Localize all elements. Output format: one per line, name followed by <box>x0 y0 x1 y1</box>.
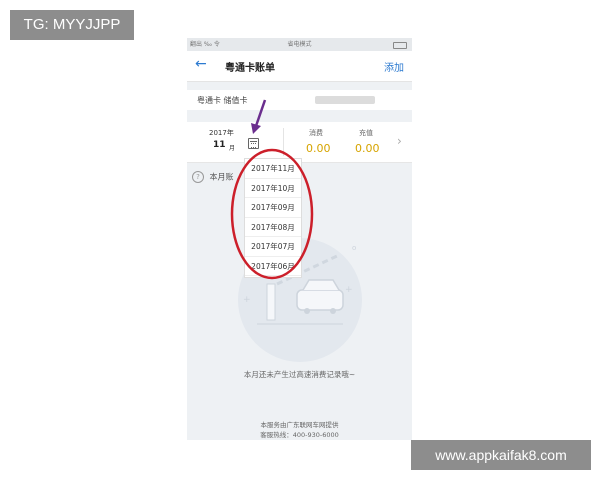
watermark-bottom-right: www.appkaifak8.com <box>411 440 591 470</box>
annotation-circle <box>230 148 314 280</box>
watermark-top-left: TG: MYYJJPP <box>10 10 134 40</box>
annotation-arrow <box>254 99 267 127</box>
annotation-arrowhead <box>251 123 261 134</box>
annotation-overlay <box>230 99 314 280</box>
phone-screen: 翻出 ‰ 令 省电模式 ← 粤通卡账单 添加 粤通卡 储值卡 2017年 11 … <box>187 38 412 440</box>
